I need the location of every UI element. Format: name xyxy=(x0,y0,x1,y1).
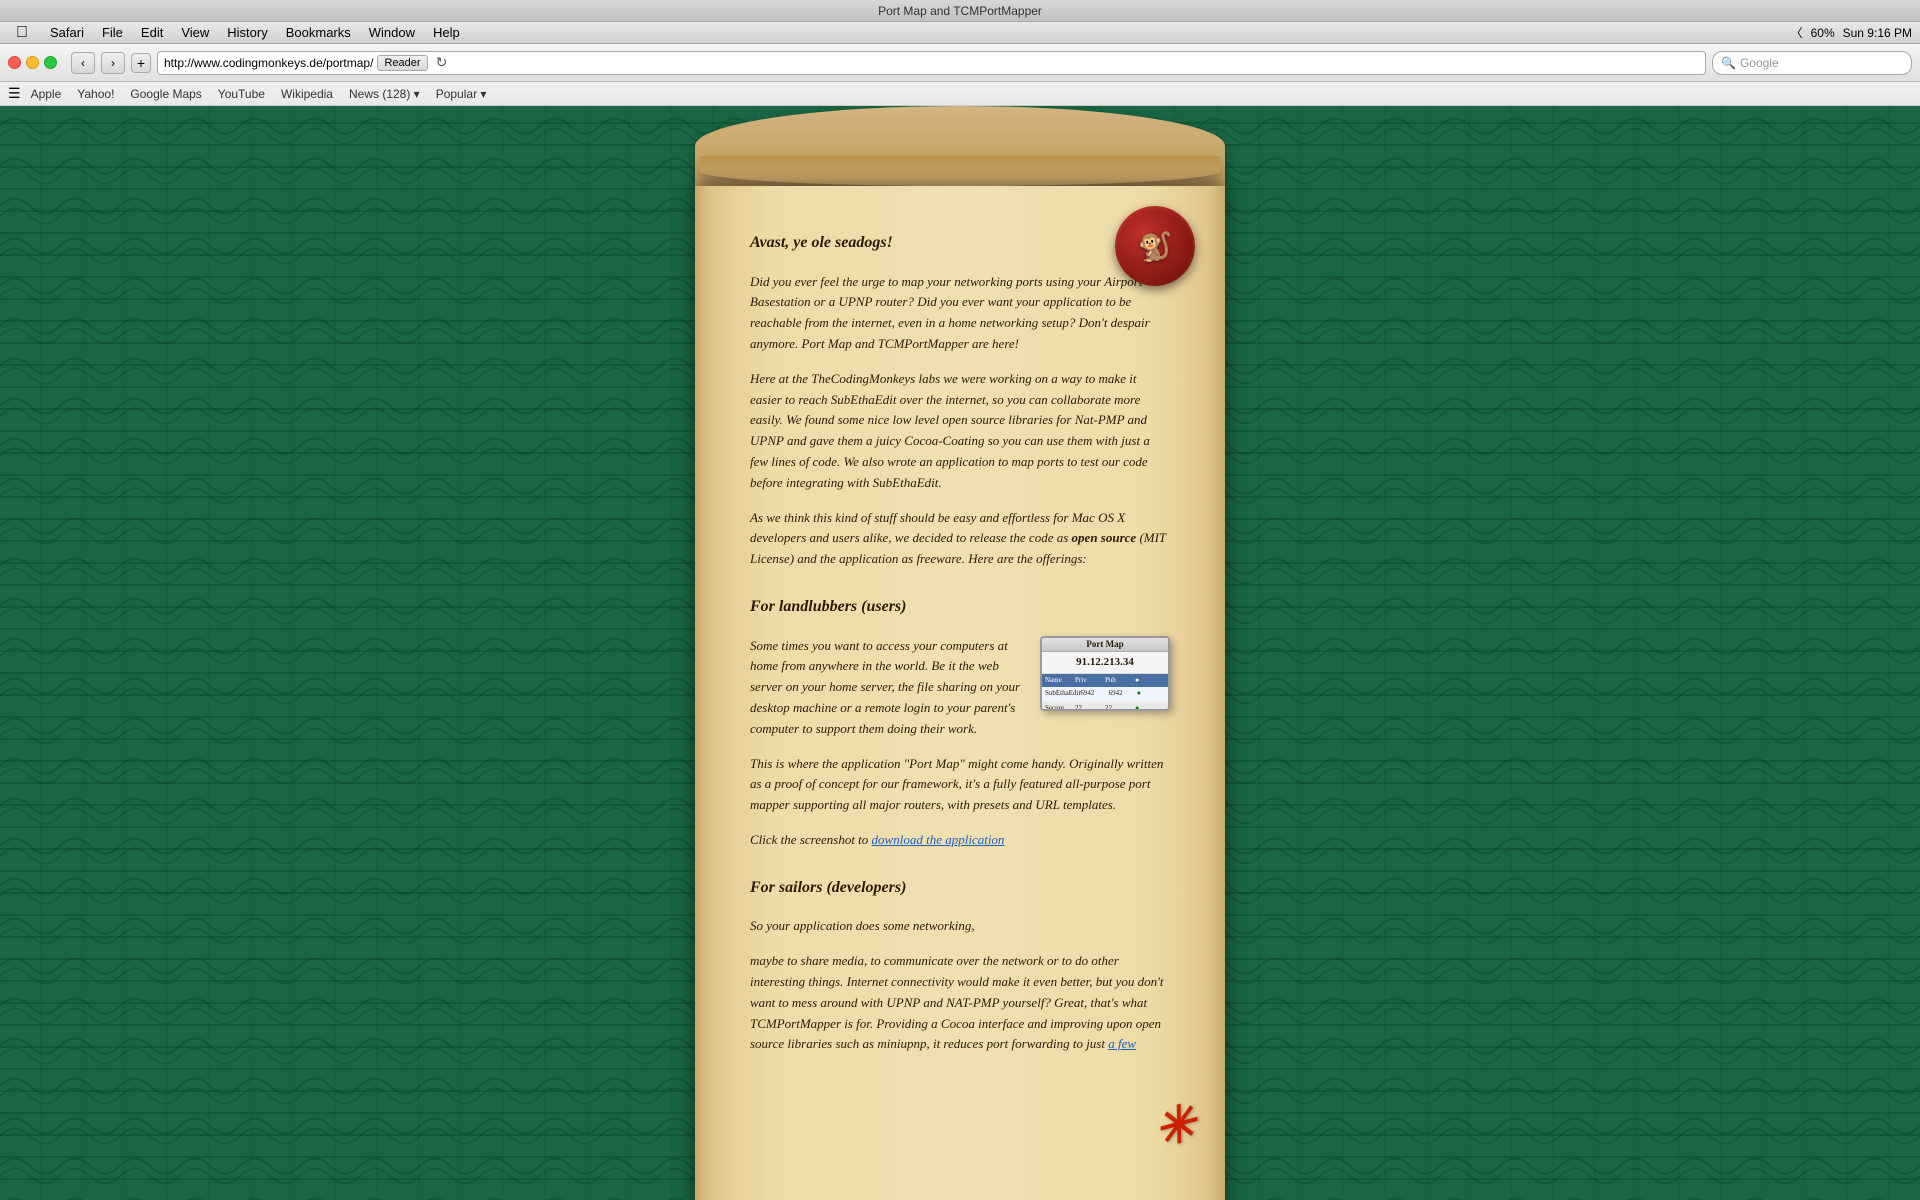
para-sailors-2: maybe to share media, to communicate ove… xyxy=(750,951,1170,1055)
para-portmap: This is where the application "Port Map"… xyxy=(750,754,1170,816)
few-link[interactable]: a few xyxy=(1108,1036,1136,1051)
forward-icon: › xyxy=(111,56,115,70)
heading-sailors: For sailors (developers) xyxy=(750,875,1170,901)
clock: Sun 9:16 PM xyxy=(1843,26,1912,40)
app-row-subethaedit: SubEthaEdit 6942 6942 ● xyxy=(1042,687,1168,701)
red-marker: ✳ xyxy=(1145,1096,1205,1156)
add-tab-button[interactable]: + xyxy=(131,53,151,73)
seal-monkey-icon: 🐒 xyxy=(1138,230,1173,263)
scroll-top-curl xyxy=(695,106,1225,186)
scroll-body: 🐒 Avast, ye ole seadogs! Did you ever fe… xyxy=(695,186,1225,1200)
x-icon: ✳ xyxy=(1148,1096,1201,1155)
col-name: Name xyxy=(1045,675,1075,686)
back-button[interactable]: ‹ xyxy=(71,52,95,74)
scroll-content: Avast, ye ole seadogs! Did you ever feel… xyxy=(750,230,1170,1055)
bookmarks-menu[interactable]: Bookmarks xyxy=(278,22,359,44)
help-menu[interactable]: Help xyxy=(425,22,468,44)
browser-toolbar: ‹ › + http://www.codingmonkeys.de/portma… xyxy=(0,44,1920,82)
safari-menu[interactable]: Safari xyxy=(42,22,92,44)
para3-bold: open source xyxy=(1072,530,1137,545)
window-title: Port Map and TCMPortMapper xyxy=(878,4,1042,18)
url-text: http://www.codingmonkeys.de/portmap/ xyxy=(164,56,373,70)
app-ip-display: 91.12.213.34 xyxy=(1042,652,1168,675)
para-intro: Did you ever feel the urge to map your n… xyxy=(750,272,1170,355)
wax-seal: 🐒 xyxy=(1115,206,1195,286)
menu-bar:  Safari File Edit View History Bookmark… xyxy=(0,22,1920,44)
seal-circle: 🐒 xyxy=(1115,206,1195,286)
forward-button[interactable]: › xyxy=(101,52,125,74)
wifi-icon: 〈 xyxy=(1791,24,1803,41)
bookmark-google-maps[interactable]: Google Maps xyxy=(124,84,207,104)
bookmark-news[interactable]: News (128) ▾ xyxy=(343,84,426,104)
bookmark-wikipedia[interactable]: Wikipedia xyxy=(275,84,339,104)
back-icon: ‹ xyxy=(81,56,85,70)
search-icon: 🔍 xyxy=(1721,56,1736,70)
app-table-header: Name Priv Pub ● xyxy=(1042,674,1168,687)
minimize-button[interactable] xyxy=(26,56,39,69)
para-sailors-1: So your application does some networking… xyxy=(750,916,1170,937)
heading-landlubbers: For landlubbers (users) xyxy=(750,594,1170,620)
window-titlebar: Port Map and TCMPortMapper xyxy=(0,0,1920,22)
search-bar[interactable]: 🔍 Google xyxy=(1712,51,1912,75)
bookmark-yahoo[interactable]: Yahoo! xyxy=(71,84,120,104)
url-bar[interactable]: http://www.codingmonkeys.de/portmap/ Rea… xyxy=(157,51,1706,75)
edit-menu[interactable]: Edit xyxy=(133,22,171,44)
battery-status: 60% xyxy=(1811,26,1835,40)
reload-button[interactable]: ↻ xyxy=(432,53,452,73)
para-opensource: As we think this kind of stuff should be… xyxy=(750,508,1170,570)
window-menu[interactable]: Window xyxy=(361,22,423,44)
para6-before: Click the screenshot to xyxy=(750,832,872,847)
col-private: Priv xyxy=(1075,675,1105,686)
menubar-right: 〈 60% Sun 9:16 PM xyxy=(1791,24,1912,41)
download-link[interactable]: download the application xyxy=(872,832,1005,847)
reader-button[interactable]: Reader xyxy=(377,55,427,71)
add-icon: + xyxy=(137,55,145,71)
search-placeholder: Google xyxy=(1740,56,1779,70)
view-menu[interactable]: View xyxy=(173,22,217,44)
app-titlebar-bar: Port Map xyxy=(1042,638,1168,652)
para-download: Click the screenshot to download the app… xyxy=(750,830,1170,851)
bookmarks-bar: ☰ Apple Yahoo! Google Maps YouTube Wikip… xyxy=(0,82,1920,106)
col-status: ● xyxy=(1135,675,1165,686)
maximize-button[interactable] xyxy=(44,56,57,69)
file-menu[interactable]: File xyxy=(94,22,131,44)
close-button[interactable] xyxy=(8,56,21,69)
para3-before: As we think this kind of stuff should be… xyxy=(750,510,1125,546)
bookmark-youtube[interactable]: YouTube xyxy=(212,84,271,104)
bookmark-reading-list[interactable]: ☰ xyxy=(8,85,21,102)
heading-avast: Avast, ye ole seadogs! xyxy=(750,230,1170,256)
history-menu[interactable]: History xyxy=(219,22,275,44)
browser-content: 🐒 Avast, ye ole seadogs! Did you ever fe… xyxy=(0,106,1920,1200)
bookmark-apple[interactable]: Apple xyxy=(25,84,68,104)
scroll-container: 🐒 Avast, ye ole seadogs! Did you ever fe… xyxy=(695,106,1225,1200)
para8-text: maybe to share media, to communicate ove… xyxy=(750,953,1164,1051)
app-screenshot[interactable]: Port Map 91.12.213.34 Name Priv Pub ● Su… xyxy=(1040,636,1170,711)
bookmark-popular[interactable]: Popular ▾ xyxy=(430,84,493,104)
apple-menu[interactable]:  xyxy=(8,22,36,44)
reload-icon: ↻ xyxy=(436,54,448,71)
para-background: Here at the TheCodingMonkeys labs we wer… xyxy=(750,369,1170,494)
col-public: Pub xyxy=(1105,675,1135,686)
app-row-ssh: Secure Shell 22 22 ● xyxy=(1042,702,1168,711)
traffic-lights xyxy=(8,56,57,69)
